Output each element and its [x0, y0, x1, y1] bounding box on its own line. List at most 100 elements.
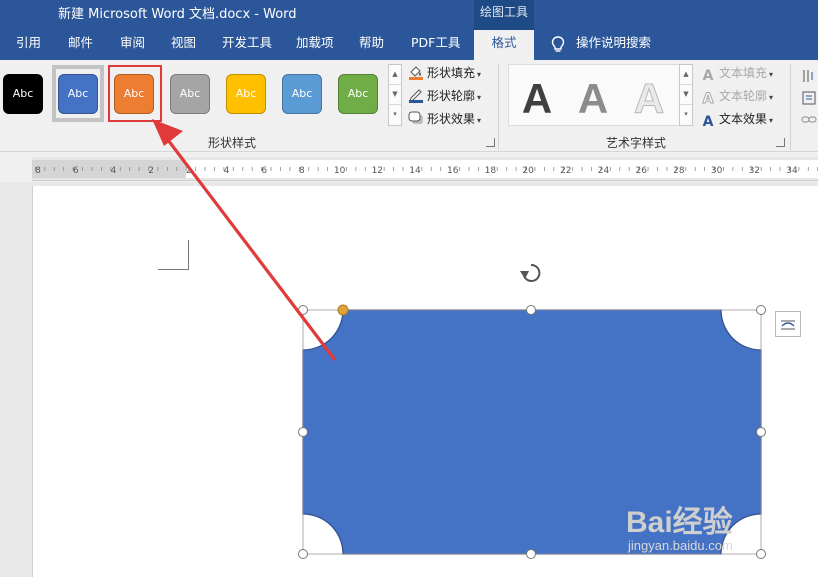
- lightbulb-icon: [551, 36, 565, 54]
- resize-handle-right[interactable]: [756, 427, 766, 437]
- wordart-style-outline[interactable]: A: [625, 75, 673, 123]
- tab-references[interactable]: 引用: [16, 30, 41, 60]
- ruler-label: 10: [334, 166, 346, 176]
- resize-handle-bottom-right[interactable]: [756, 549, 766, 559]
- scroll-up-icon[interactable]: ▲: [389, 65, 401, 85]
- tab-view[interactable]: 视图: [171, 30, 196, 60]
- tab-format[interactable]: 格式: [474, 30, 534, 60]
- resize-handle-left[interactable]: [298, 427, 308, 437]
- ribbon: Abc Abc Abc Abc Abc Abc Abc ▲ ▼ ▾ 形状填充 ▾ …: [0, 60, 818, 152]
- tab-review[interactable]: 审阅: [120, 30, 145, 60]
- paint-bucket-icon: [408, 64, 424, 80]
- shape-styles-group-label: 形状样式: [208, 136, 257, 150]
- resize-handle-top-right[interactable]: [756, 305, 766, 315]
- wordart-gallery: A A A: [508, 64, 680, 126]
- wordart-styles-group-label: 艺术字样式: [606, 136, 667, 150]
- gallery-more-icon[interactable]: ▾: [680, 105, 692, 125]
- pen-outline-icon: [408, 87, 424, 103]
- ruler-label: 6: [73, 166, 79, 176]
- layout-options-button[interactable]: [775, 311, 801, 337]
- ruler-label: 14: [409, 166, 421, 176]
- text-outline-button[interactable]: A 文本轮廓 ▾: [700, 86, 774, 108]
- tab-add-ins[interactable]: 加载项: [296, 30, 334, 60]
- document-title: 新建 Microsoft Word 文档.docx - Word: [58, 7, 297, 22]
- scroll-up-icon[interactable]: ▲: [680, 65, 692, 85]
- ruler-label: 28: [673, 166, 685, 176]
- text-direction-icon[interactable]: [801, 68, 817, 84]
- word-window: 新建 Microsoft Word 文档.docx - Word 绘图工具 引用…: [0, 0, 818, 577]
- ruler-track: 8 6 4 2 2 4 6 8 10 12 14 16 18 20 22 24 26 28 30 32 34: [32, 160, 818, 178]
- caret-down-icon: ▾: [769, 93, 774, 102]
- ruler-label: 4: [111, 166, 117, 176]
- align-text-icon[interactable]: [801, 90, 817, 106]
- caret-down-icon: ▾: [477, 70, 482, 79]
- ruler-label: 12: [372, 166, 383, 176]
- ruler-label: 32: [749, 166, 760, 176]
- resize-handle-top[interactable]: [526, 305, 536, 315]
- adjustment-handle[interactable]: [337, 304, 349, 316]
- resize-handle-bottom-left[interactable]: [298, 549, 308, 559]
- ruler-label: 16: [447, 166, 459, 176]
- caret-down-icon: ▾: [477, 116, 482, 125]
- tab-help[interactable]: 帮助: [359, 30, 384, 60]
- highlight-box: [108, 65, 162, 122]
- text-fill-button[interactable]: A 文本填充 ▾: [700, 63, 774, 84]
- title-bar: 新建 Microsoft Word 文档.docx - Word 绘图工具 引用…: [0, 0, 818, 60]
- ruler-label: 18: [485, 166, 497, 176]
- group-separator: [790, 64, 791, 150]
- tab-pdf-tools[interactable]: PDF工具: [411, 30, 460, 60]
- shape-fill-button[interactable]: 形状填充 ▾: [408, 63, 481, 83]
- tab-developer[interactable]: 开发工具: [222, 30, 272, 60]
- shape-effects-icon: [408, 110, 424, 126]
- margin-corner-mark: [158, 240, 189, 270]
- shape-outline-button[interactable]: 形状轮廓 ▾: [408, 86, 481, 106]
- ruler-ticks: 8 6 4 2 2 4 6 8 10 12 14 16 18 20 22 24 26 28 30 32 34: [35, 166, 818, 176]
- scroll-down-icon[interactable]: ▼: [680, 85, 692, 105]
- horizontal-ruler[interactable]: 8 6 4 2 2 4 6 8 10 12 14 16 18 20 22 24 26 28 30 32 34: [32, 157, 818, 181]
- watermark-url: jingyan.baidu.com: [628, 538, 733, 553]
- ruler-label: 8: [35, 166, 41, 176]
- tab-mailings[interactable]: 邮件: [68, 30, 93, 60]
- ribbon-tabs: 引用 邮件 审阅 视图 开发工具 加载项 帮助 PDF工具 格式 操作说明搜索: [0, 30, 818, 60]
- shape-style-gold[interactable]: Abc: [226, 74, 266, 114]
- ruler-label: 26: [635, 166, 647, 176]
- ruler-label: 34: [786, 166, 798, 176]
- selected-style-frame: [52, 65, 104, 122]
- shape-style-light-blue[interactable]: Abc: [282, 74, 322, 114]
- text-effects-label: 文本效果: [719, 112, 768, 126]
- layout-options-icon: [781, 320, 795, 330]
- shape-effects-button[interactable]: 形状效果 ▾: [408, 109, 481, 129]
- caret-down-icon: ▾: [477, 93, 482, 102]
- shape-effects-label: 形状效果: [427, 112, 476, 126]
- shape-fill-label: 形状填充: [427, 66, 476, 80]
- wordart-style-gray[interactable]: A: [569, 75, 617, 123]
- shape-outline-label: 形状轮廓: [427, 89, 476, 103]
- shape-style-green[interactable]: Abc: [338, 74, 378, 114]
- shape-styles-launcher-icon[interactable]: [486, 138, 495, 147]
- scroll-down-icon[interactable]: ▼: [389, 85, 401, 105]
- drawing-tools-context-label: 绘图工具: [474, 0, 534, 30]
- group-separator: [498, 64, 499, 150]
- shape-style-gray[interactable]: Abc: [170, 74, 210, 114]
- shape-style-black[interactable]: Abc: [3, 74, 43, 114]
- resize-handle-bottom[interactable]: [526, 549, 536, 559]
- ruler-label: 4: [224, 166, 230, 176]
- tell-me-search[interactable]: 操作说明搜索: [576, 30, 651, 60]
- wordart-styles-launcher-icon[interactable]: [776, 138, 785, 147]
- wordart-gallery-scroll: ▲ ▼ ▾: [679, 64, 693, 126]
- ruler-label: 20: [522, 166, 534, 176]
- gallery-more-icon[interactable]: ▾: [389, 105, 401, 125]
- text-effects-button[interactable]: A 文本效果 ▾: [700, 109, 774, 130]
- ruler-label: 6: [261, 166, 267, 176]
- text-fill-label: 文本填充: [719, 66, 768, 80]
- wordart-style-dark[interactable]: A: [513, 75, 561, 123]
- caret-down-icon: ▾: [769, 116, 774, 125]
- ruler-label: 30: [711, 166, 723, 176]
- ruler-label: 2: [148, 166, 154, 176]
- watermark-logo: Bai经验: [626, 506, 733, 539]
- ruler-label: 24: [598, 166, 610, 176]
- text-fill-icon: A: [702, 68, 714, 84]
- create-link-icon[interactable]: [801, 112, 817, 128]
- caret-down-icon: ▾: [769, 70, 774, 79]
- text-outline-label: 文本轮廓: [719, 89, 768, 103]
